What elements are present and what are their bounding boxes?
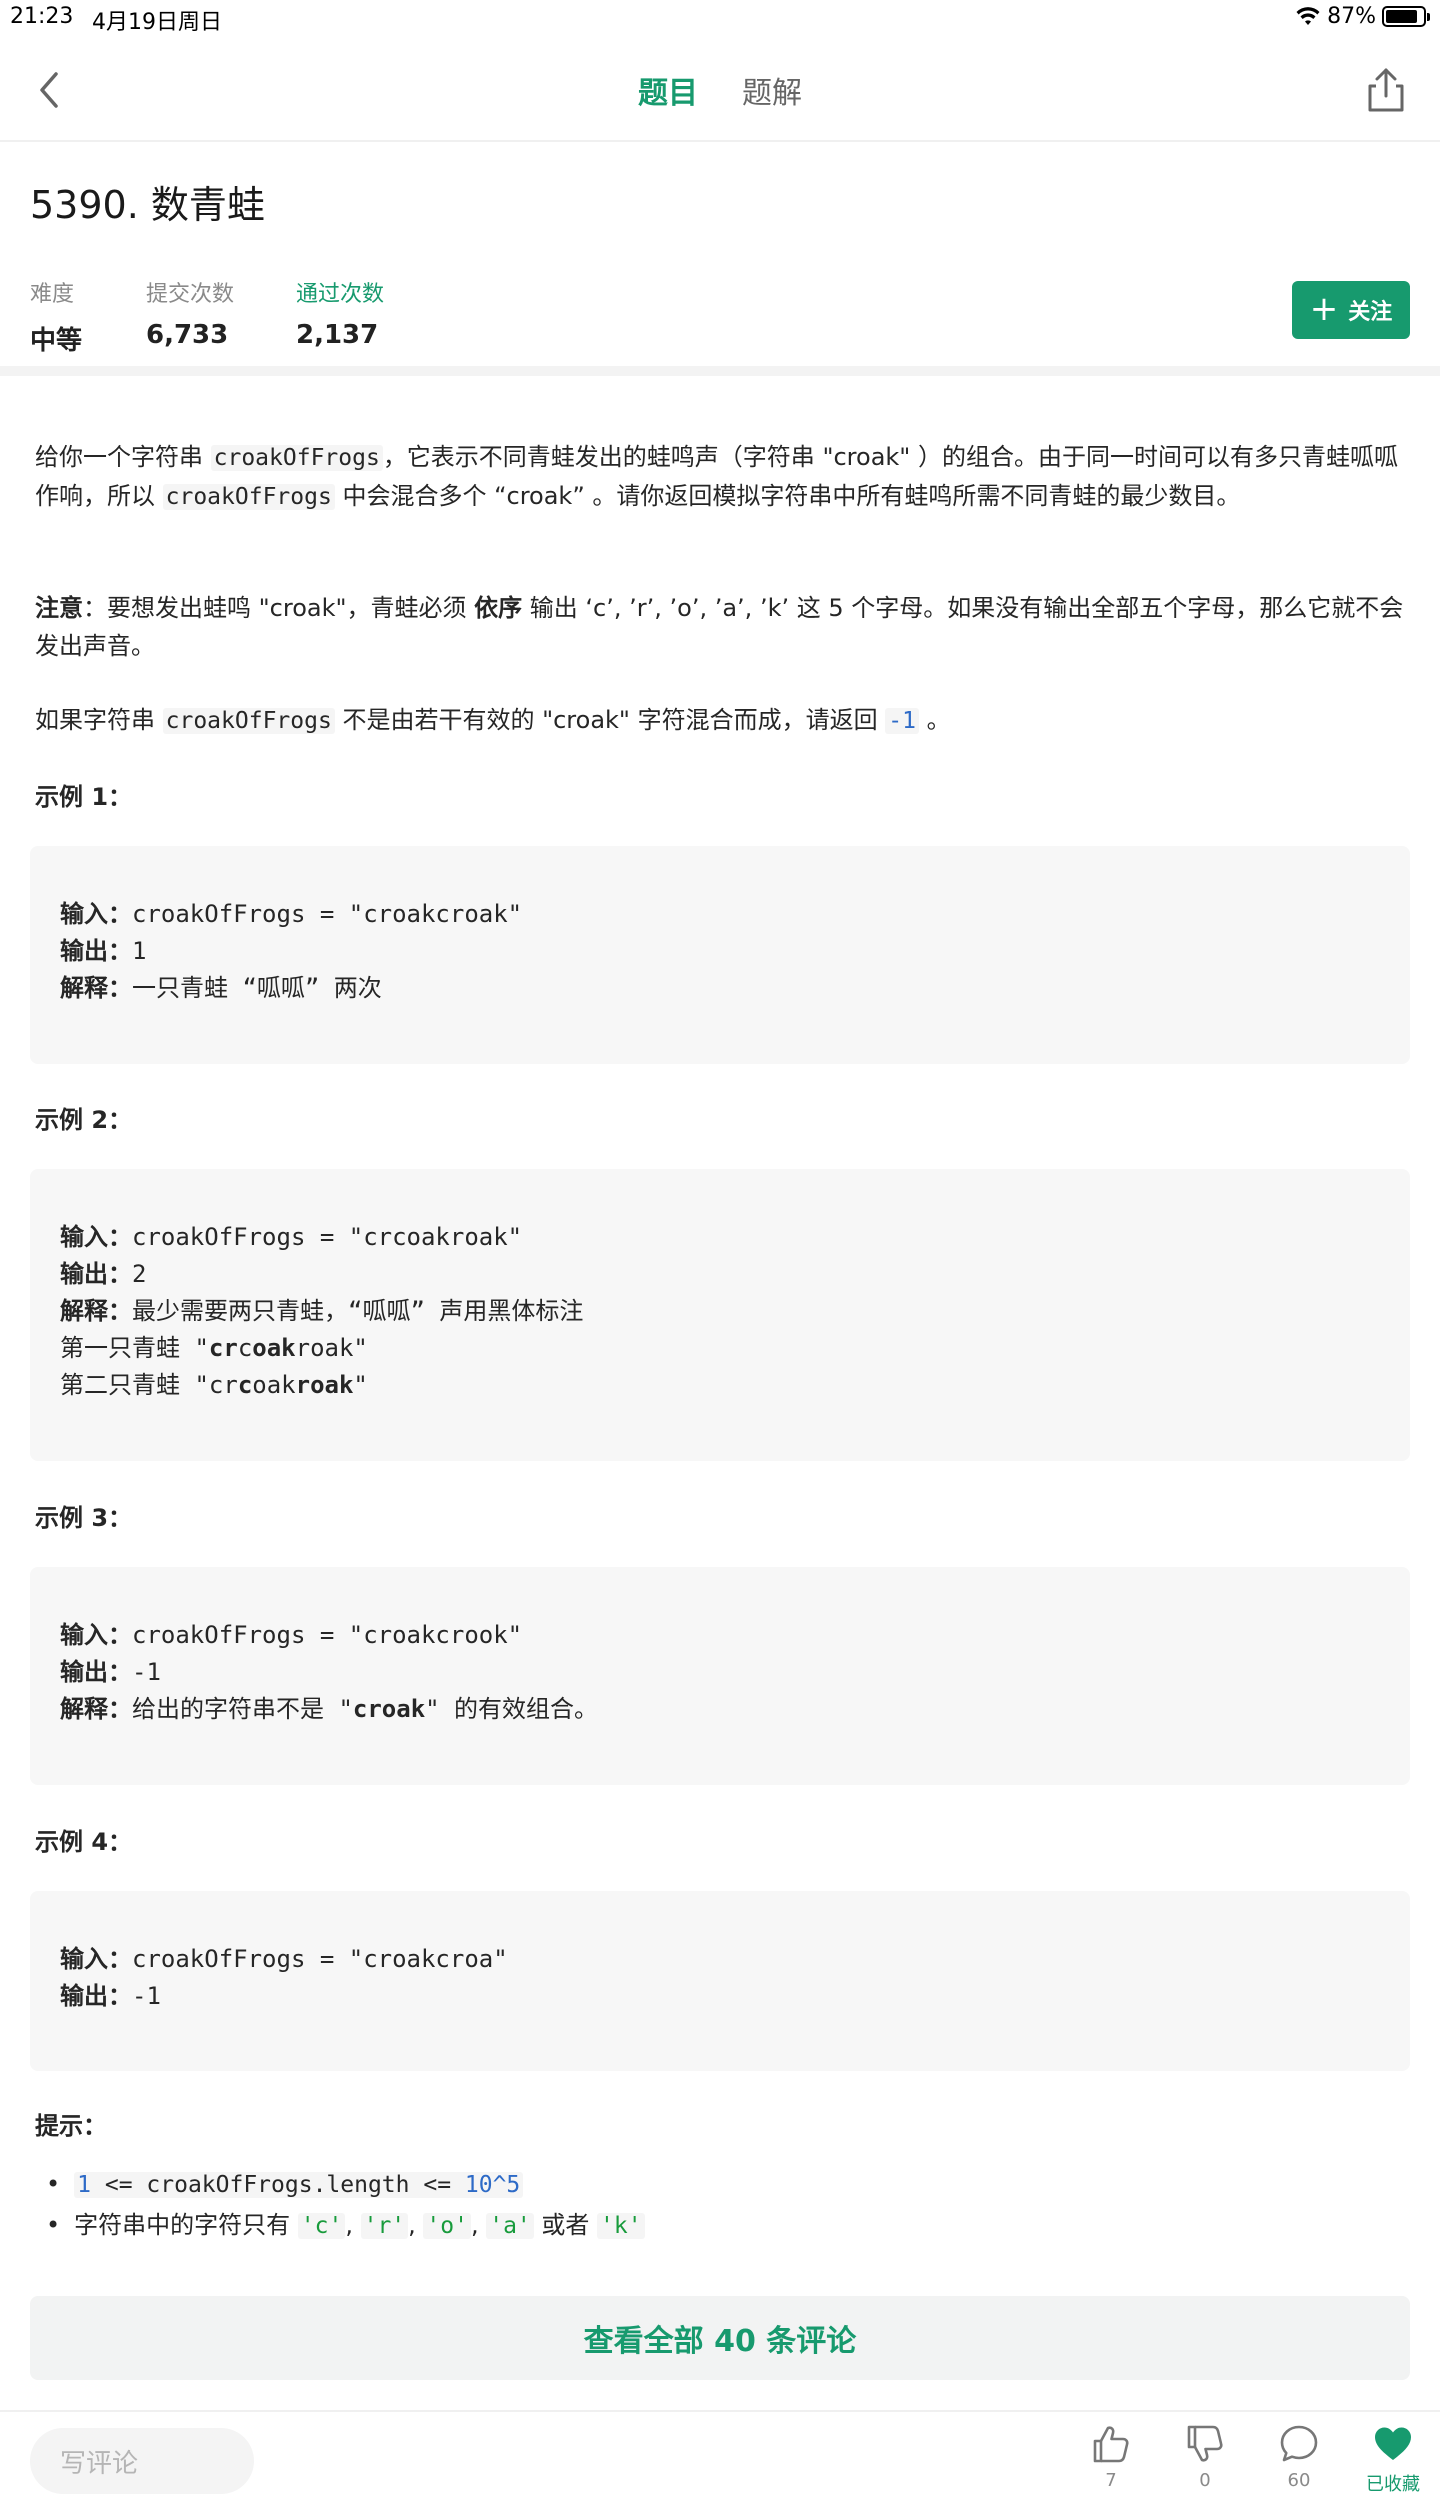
hint-item: 1 <= croakOfFrogs.length <= 10^5 [46,2164,645,2205]
status-right: 87% [1295,4,1430,29]
section-divider [0,366,1440,376]
example-1-title: 示例 1： [35,783,133,811]
hint-item: 字符串中的字符只有 'c', 'r', 'o', 'a' 或者 'k' [46,2205,645,2246]
description-paragraph-2: 注意：要想发出蛙鸣 "croak"，青蛙必须 依序 输出 ‘c’, ’r’, ’… [35,594,1404,660]
tab-solution[interactable]: 题解 [742,68,802,112]
dislike-count: 0 [1199,2470,1211,2491]
problem-title: 5390. 数青蛙 [30,183,265,227]
inline-code: -1 [885,708,919,734]
plus-icon: + [1309,288,1339,329]
stat-accepted: 通过次数 2,137 [296,276,384,350]
like-count: 7 [1105,2470,1117,2491]
hints-title: 提示： [35,2112,107,2140]
accepted-value: 2,137 [296,320,379,350]
favorite-label: 已收藏 [1366,2474,1420,2495]
battery-icon [1382,6,1430,27]
example-3-box: 输入：croakOfFrogs = "croakcrook" 输出：-1 解释：… [30,1567,1410,1785]
example-4-title: 示例 4： [35,1828,133,1856]
status-bar: 21:23 4月19日周日 87% [0,0,1440,38]
status-time: 21:23 [10,4,74,29]
difficulty-value: 中等 [30,326,83,356]
back-button[interactable] [30,66,74,114]
like-button[interactable]: 7 [1066,2422,1156,2491]
submissions-value: 6,733 [146,320,229,350]
thumbs-down-icon [1187,2425,1223,2462]
favorite-button[interactable]: 已收藏 [1348,2422,1438,2496]
hint-list: 1 <= croakOfFrogs.length <= 10^5 字符串中的字符… [46,2164,645,2246]
battery-percent: 87% [1327,4,1376,29]
comment-bubble-icon [1280,2425,1318,2462]
heart-icon [1375,2427,1411,2460]
stat-submissions: 提交次数 6,733 [146,276,234,350]
stat-difficulty: 难度 中等 [30,276,82,357]
nav-bar: 题目 题解 [0,38,1440,142]
follow-label: 关注 [1348,300,1393,325]
example-3-title: 示例 3： [35,1504,133,1532]
submissions-label: 提交次数 [146,282,235,307]
example-1-box: 输入：croakOfFrogs = "croakcroak" 输出：1 解释：一… [30,846,1410,1064]
dislike-button[interactable]: 0 [1160,2422,1250,2491]
inline-code: croakOfFrogs [162,484,335,510]
wifi-icon [1296,6,1320,25]
difficulty-label: 难度 [30,282,75,307]
accepted-label[interactable]: 通过次数 [296,276,384,308]
inline-code: croakOfFrogs [210,445,383,471]
status-date: 4月19日周日 [92,10,222,35]
share-button[interactable] [1362,64,1410,116]
chevron-left-icon [40,72,58,108]
example-2-box: 输入：croakOfFrogs = "crcoakroak" 输出：2 解释：最… [30,1169,1410,1461]
thumbs-up-icon [1093,2426,1129,2463]
bottom-bar: 写评论 7 0 60 已收藏 [0,2410,1440,2507]
inline-code: croakOfFrogs [162,708,335,734]
comment-count: 60 [1287,2470,1311,2491]
tab-question[interactable]: 题目 [638,68,698,112]
share-icon [1368,68,1404,112]
description-paragraph-3: 如果字符串 croakOfFrogs 不是由若干有效的 "croak" 字符混合… [35,706,951,734]
follow-button[interactable]: + 关注 [1292,281,1410,339]
write-comment-input[interactable]: 写评论 [30,2428,254,2494]
example-2-title: 示例 2： [35,1106,133,1134]
view-all-comments-button[interactable]: 查看全部 40 条评论 [30,2296,1410,2380]
description-paragraph-1: 给你一个字符串 croakOfFrogs ，它表示不同青蛙发出的蛙鸣声（字符串 "… [35,443,1398,510]
example-4-box: 输入：croakOfFrogs = "croakcroa" 输出：-1 [30,1891,1410,2071]
comments-action-button[interactable]: 60 [1254,2422,1344,2491]
